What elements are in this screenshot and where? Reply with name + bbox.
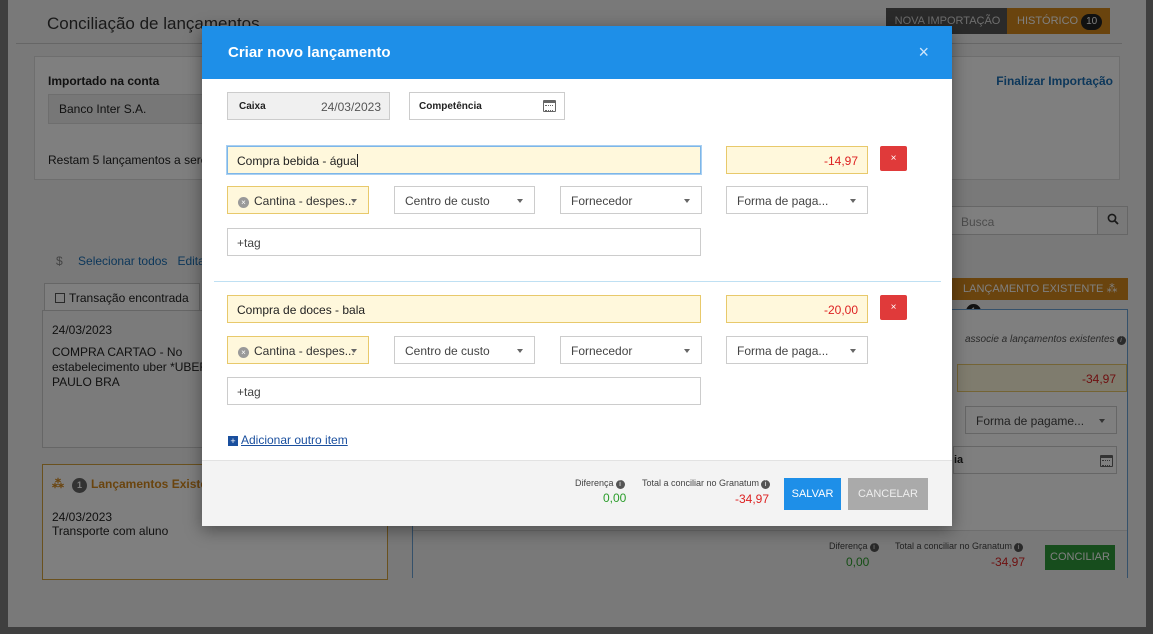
- category-select[interactable]: × Cantina - despes...: [227, 336, 369, 364]
- chevron-down-icon: [517, 199, 523, 203]
- caixa-date-field[interactable]: Caixa 24/03/2023: [227, 92, 390, 120]
- forma-pagamento-select[interactable]: Forma de paga...: [726, 336, 868, 364]
- fornecedor-value: Fornecedor: [571, 194, 633, 208]
- close-icon[interactable]: ×: [918, 42, 929, 63]
- fornecedor-select[interactable]: Fornecedor: [560, 186, 702, 214]
- plus-icon: +: [228, 436, 238, 446]
- modal-title: Criar novo lançamento: [228, 44, 391, 61]
- tag-input[interactable]: +tag: [227, 228, 701, 256]
- add-item-link[interactable]: + Adicionar outro item: [228, 433, 348, 447]
- item-description-input[interactable]: Compra bebida - água: [227, 146, 701, 174]
- item-amount-input[interactable]: -20,00: [726, 295, 868, 323]
- calendar-icon[interactable]: [543, 100, 556, 112]
- competencia-label: Competência: [419, 101, 482, 112]
- text-caret: [357, 154, 359, 167]
- total-value: -34,97: [735, 492, 770, 506]
- chevron-down-icon: [517, 349, 523, 353]
- add-item-label: Adicionar outro item: [241, 433, 348, 447]
- salvar-button[interactable]: SALVAR: [784, 478, 841, 510]
- total-label: Total a conciliar no Granatumi: [642, 478, 771, 489]
- forma-pagamento-value: Forma de paga...: [737, 344, 829, 358]
- chevron-down-icon: [684, 349, 690, 353]
- item-separator: [214, 281, 941, 282]
- centro-custo-value: Centro de custo: [405, 194, 490, 208]
- chevron-down-icon: [351, 199, 357, 203]
- chevron-down-icon: [684, 199, 690, 203]
- category-select[interactable]: × Cantina - despes...: [227, 186, 369, 214]
- category-value: Cantina - despes...: [254, 344, 355, 358]
- centro-custo-select[interactable]: Centro de custo: [394, 336, 535, 364]
- tag-input[interactable]: +tag: [227, 377, 701, 405]
- chevron-down-icon: [850, 349, 856, 353]
- centro-custo-value: Centro de custo: [405, 344, 490, 358]
- clear-icon[interactable]: ×: [238, 197, 249, 208]
- delete-item-button[interactable]: ×: [880, 295, 907, 320]
- info-icon: i: [761, 480, 771, 489]
- forma-pagamento-value: Forma de paga...: [737, 194, 829, 208]
- competencia-field[interactable]: Competência: [409, 92, 565, 120]
- chevron-down-icon: [351, 349, 357, 353]
- caixa-date-value: 24/03/2023: [320, 100, 381, 114]
- forma-pagamento-select[interactable]: Forma de paga...: [726, 186, 868, 214]
- fornecedor-select[interactable]: Fornecedor: [560, 336, 702, 364]
- item-description-input[interactable]: Compra de doces - bala: [227, 295, 701, 323]
- fornecedor-value: Fornecedor: [571, 344, 633, 358]
- clear-icon[interactable]: ×: [238, 347, 249, 358]
- modal-header: Criar novo lançamento ×: [202, 26, 952, 79]
- modal-footer: Diferença i 0,00 Total a conciliar no Gra…: [202, 460, 952, 526]
- caixa-label: Caixa: [239, 101, 266, 112]
- delete-item-button[interactable]: ×: [880, 146, 907, 171]
- diferenca-value: 0,00: [603, 491, 627, 505]
- info-icon: i: [615, 480, 625, 489]
- item-description-value: Compra bebida - água: [237, 154, 357, 168]
- item-amount-input[interactable]: -14,97: [726, 146, 868, 174]
- cancelar-button[interactable]: CANCELAR: [848, 478, 928, 510]
- chevron-down-icon: [850, 199, 856, 203]
- category-value: Cantina - despes...: [254, 194, 355, 208]
- centro-custo-select[interactable]: Centro de custo: [394, 186, 535, 214]
- create-entry-modal: Criar novo lançamento × Caixa 24/03/2023…: [202, 26, 952, 526]
- diferenca-label: Diferençai: [575, 478, 625, 489]
